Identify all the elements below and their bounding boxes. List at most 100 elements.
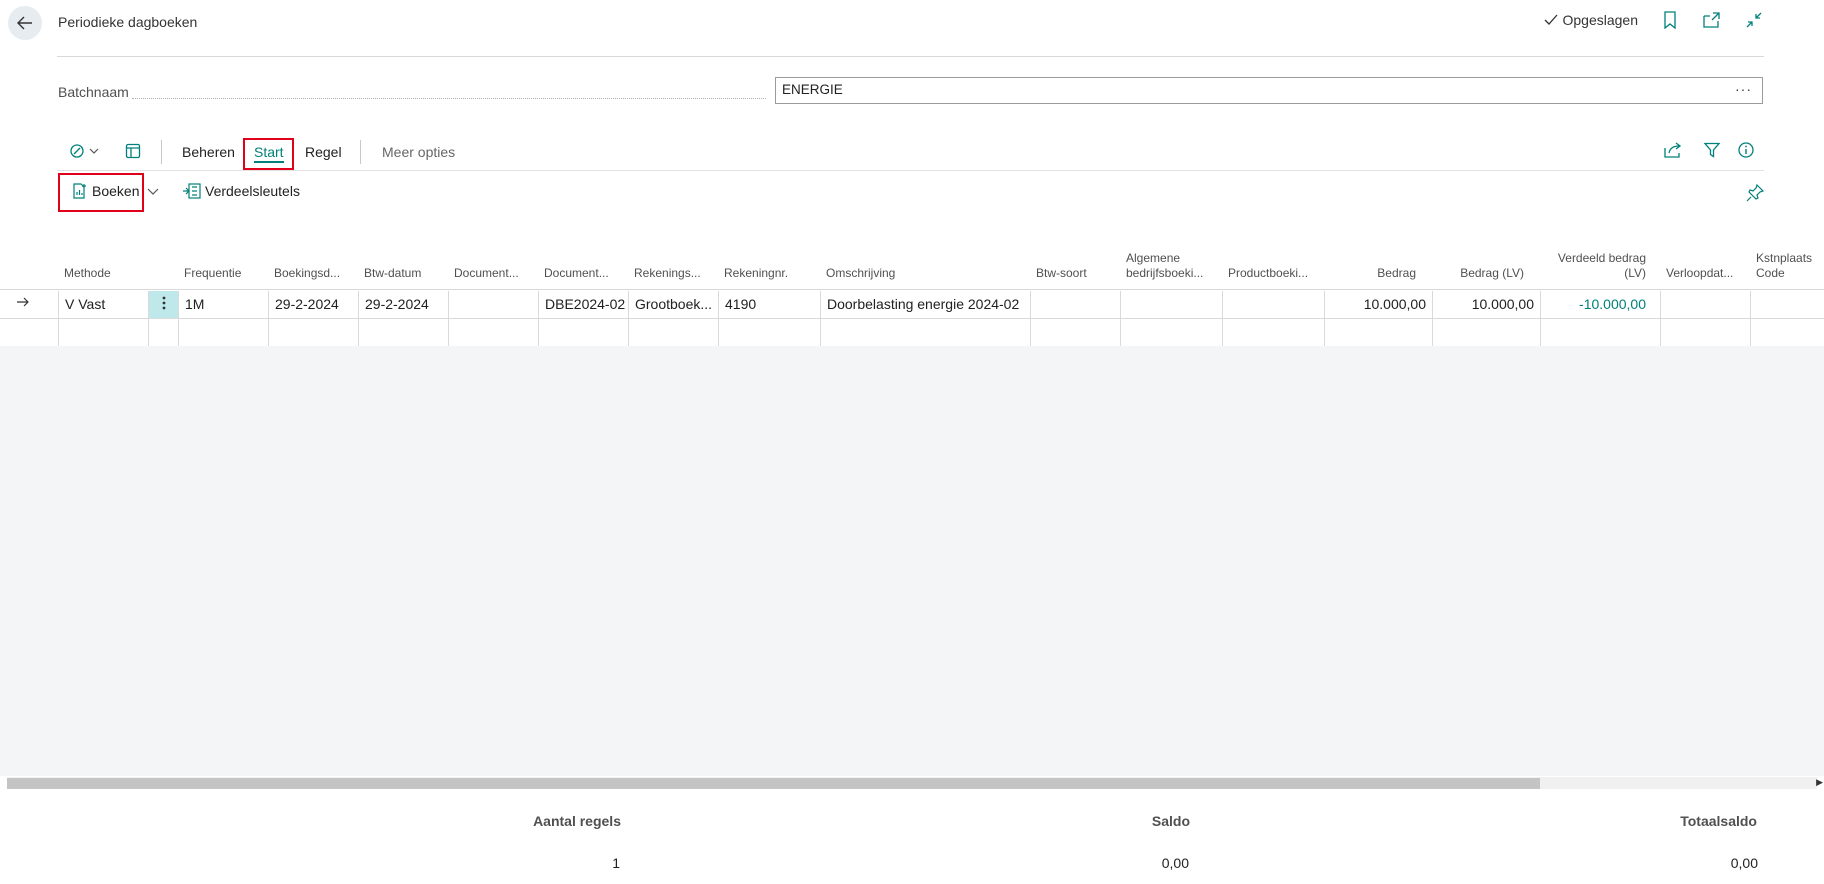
current-row-arrow-icon <box>16 295 30 312</box>
column-header-btw-soort[interactable]: Btw-soort <box>1036 266 1087 281</box>
cell-account-type[interactable]: Grootboek... <box>628 291 718 318</box>
scroll-right-arrow-icon[interactable]: ▶ <box>1816 777 1823 788</box>
cell-boekingsdatum[interactable]: 29-2-2024 <box>268 291 358 318</box>
column-header-document-type[interactable]: Document... <box>454 266 519 281</box>
cell-omschrijving[interactable]: Doorbelasting energie 2024-02 <box>820 291 1030 318</box>
cell-methode[interactable]: V Vast <box>58 291 148 318</box>
cell-btw-soort[interactable] <box>1030 291 1120 318</box>
batch-lookup-button[interactable]: ··· <box>1735 81 1752 97</box>
grid-empty-area <box>0 346 1824 776</box>
action-separator <box>360 140 361 164</box>
cell-document-no[interactable]: DBE2024-02 <box>538 291 628 318</box>
column-header-cost-center[interactable]: Kstnplaats Code <box>1756 251 1812 281</box>
action-separator <box>161 140 162 164</box>
collapse-icon[interactable] <box>1744 10 1764 30</box>
column-header-gen-bus-posting[interactable]: Algemene bedrijfsboeki... <box>1126 251 1203 281</box>
column-header-btw-datum[interactable]: Btw-datum <box>364 266 421 281</box>
column-header-allocated-amount[interactable]: Verdeeld bedrag (LV) <box>1540 251 1646 281</box>
cell-allocated-amount[interactable]: -10.000,00 <box>1540 291 1660 318</box>
cell-cost-center[interactable] <box>1750 291 1824 318</box>
empty-cell[interactable] <box>1540 319 1660 346</box>
post-button[interactable]: Boeken <box>72 183 139 199</box>
column-header-bedrag[interactable]: Bedrag <box>1324 266 1416 281</box>
tab-beheren[interactable]: Beheren <box>182 144 235 160</box>
info-icon[interactable] <box>1738 142 1754 161</box>
empty-cell[interactable] <box>178 319 268 346</box>
allocation-keys-button[interactable]: Verdeelsleutels <box>183 183 300 199</box>
column-header-gen-prod-posting[interactable]: Productboeki... <box>1228 266 1308 281</box>
empty-cell[interactable] <box>628 319 718 346</box>
row-menu-button[interactable] <box>148 291 178 318</box>
saved-status: Opgeslagen <box>1544 12 1638 28</box>
empty-cell[interactable] <box>448 319 538 346</box>
batch-name-value: ENERGIE <box>782 82 843 97</box>
empty-cell[interactable] <box>148 319 178 346</box>
scrollbar-thumb[interactable] <box>7 778 1540 789</box>
column-header-account-no[interactable]: Rekeningnr. <box>724 266 788 281</box>
cell-frequentie[interactable]: 1M <box>178 291 268 318</box>
empty-cell[interactable] <box>1660 319 1750 346</box>
post-menu-chevron[interactable] <box>147 187 159 197</box>
total-lines-value: 1 <box>612 855 620 871</box>
empty-cell[interactable] <box>358 319 448 346</box>
column-header-bedrag-lv[interactable]: Bedrag (LV) <box>1432 266 1524 281</box>
total-lines-label: Aantal regels <box>533 813 621 829</box>
empty-cell[interactable] <box>718 319 820 346</box>
balance-value: 0,00 <box>1161 855 1189 871</box>
allocation-icon <box>183 183 201 199</box>
header-divider <box>57 56 1764 57</box>
more-options-button[interactable]: Meer opties <box>382 144 455 160</box>
post-document-icon <box>73 183 86 199</box>
table-row[interactable]: V Vast 1M 29-2-2024 29-2-2024 DBE2024-02… <box>0 291 1824 319</box>
batch-name-input[interactable]: ENERGIE ··· <box>775 77 1763 104</box>
page-title: Periodieke dagboeken <box>58 14 198 30</box>
empty-cell[interactable] <box>1222 319 1324 346</box>
column-header-frequentie[interactable]: Frequentie <box>184 266 241 281</box>
balance-label: Saldo <box>1151 813 1190 829</box>
pin-icon[interactable] <box>1746 184 1764 202</box>
empty-cell[interactable] <box>1324 319 1432 346</box>
back-button[interactable] <box>8 6 42 40</box>
empty-cell[interactable] <box>58 319 148 346</box>
post-label: Boeken <box>92 183 140 199</box>
empty-cell[interactable] <box>538 319 628 346</box>
empty-cell[interactable] <box>268 319 358 346</box>
action-bar-divider <box>57 170 1764 171</box>
cell-gen-prod-posting[interactable] <box>1222 291 1324 318</box>
saved-label: Opgeslagen <box>1562 12 1638 28</box>
cell-gen-bus-posting[interactable] <box>1120 291 1222 318</box>
column-header-expiration-date[interactable]: Verloopdat... <box>1666 266 1733 281</box>
column-header-gen-bus-posting-line1: Algemene <box>1126 251 1181 265</box>
column-header-boekingsdatum[interactable]: Boekingsd... <box>274 266 340 281</box>
cell-bedrag[interactable]: 10.000,00 <box>1324 291 1432 318</box>
checkmark-icon <box>1545 14 1558 25</box>
empty-cell[interactable] <box>1120 319 1222 346</box>
column-header-account-type[interactable]: Rekenings... <box>634 266 701 281</box>
share-icon[interactable] <box>1664 142 1682 161</box>
more-vertical-icon <box>162 296 165 310</box>
column-header-gen-bus-posting-line2: bedrijfsboeki... <box>1126 266 1204 280</box>
column-header-cost-center-line2: Code <box>1756 266 1785 280</box>
column-header-methode[interactable]: Methode <box>64 266 111 281</box>
filter-icon[interactable] <box>1703 142 1721 161</box>
table-row-empty[interactable] <box>0 319 1824 347</box>
cell-account-no[interactable]: 4190 <box>718 291 820 318</box>
tab-start[interactable]: Start <box>254 144 284 163</box>
tab-regel[interactable]: Regel <box>305 144 342 160</box>
column-header-cost-center-line1: Kstnplaats <box>1756 251 1813 265</box>
open-new-window-icon[interactable] <box>1702 10 1722 30</box>
bookmark-icon[interactable] <box>1660 10 1680 30</box>
cell-bedrag-lv[interactable]: 10.000,00 <box>1432 291 1540 318</box>
empty-cell[interactable] <box>1750 319 1824 346</box>
cell-btw-datum[interactable]: 29-2-2024 <box>358 291 448 318</box>
column-header-document-no[interactable]: Document... <box>544 266 609 281</box>
empty-cell[interactable] <box>1432 319 1540 346</box>
copilot-menu-button[interactable] <box>69 143 101 162</box>
empty-cell[interactable] <box>820 319 1030 346</box>
empty-cell[interactable] <box>1030 319 1120 346</box>
cell-document-type[interactable] <box>448 291 538 318</box>
layout-icon[interactable] <box>125 143 141 162</box>
cell-expiration-date[interactable] <box>1660 291 1750 318</box>
column-header-omschrijving[interactable]: Omschrijving <box>826 266 895 281</box>
horizontal-scrollbar[interactable]: ▶ <box>7 777 1823 789</box>
